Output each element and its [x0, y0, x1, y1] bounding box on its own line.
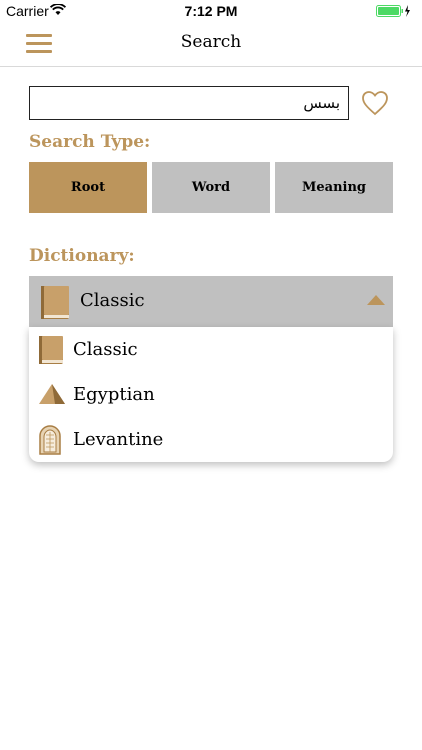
dictionary-option-classic[interactable]: Classic	[29, 327, 393, 372]
favorite-button[interactable]	[361, 90, 389, 116]
search-type-word-button[interactable]: Word	[152, 162, 270, 213]
battery-icon	[376, 5, 410, 17]
dictionary-dropdown: Classic Egyptian Levantine	[29, 327, 393, 462]
page-title: Search	[180, 32, 242, 52]
book-icon	[41, 286, 69, 319]
dictionary-option-label: Levantine	[73, 429, 164, 450]
dictionary-selected-label: Classic	[80, 290, 145, 311]
arch-window-icon	[39, 425, 61, 455]
dictionary-option-egyptian[interactable]: Egyptian	[29, 372, 393, 417]
pyramid-icon	[39, 384, 65, 404]
search-input[interactable]	[29, 86, 349, 120]
heart-outline-icon	[362, 91, 388, 116]
search-type-label: Search Type:	[29, 132, 151, 152]
nav-bar: Search	[0, 22, 422, 67]
dictionary-option-levantine[interactable]: Levantine	[29, 417, 393, 462]
dictionary-select[interactable]: Classic	[29, 276, 393, 327]
dictionary-label: Dictionary:	[29, 246, 135, 266]
dictionary-option-label: Egyptian	[73, 384, 155, 405]
status-bar: Carrier 7:12 PM	[0, 0, 422, 22]
status-time: 7:12 PM	[184, 3, 238, 19]
book-icon	[39, 336, 63, 364]
search-type-meaning-button[interactable]: Meaning	[275, 162, 393, 213]
caret-up-icon	[367, 295, 385, 305]
dictionary-option-label: Classic	[73, 339, 138, 360]
search-type-root-button[interactable]: Root	[29, 162, 147, 213]
